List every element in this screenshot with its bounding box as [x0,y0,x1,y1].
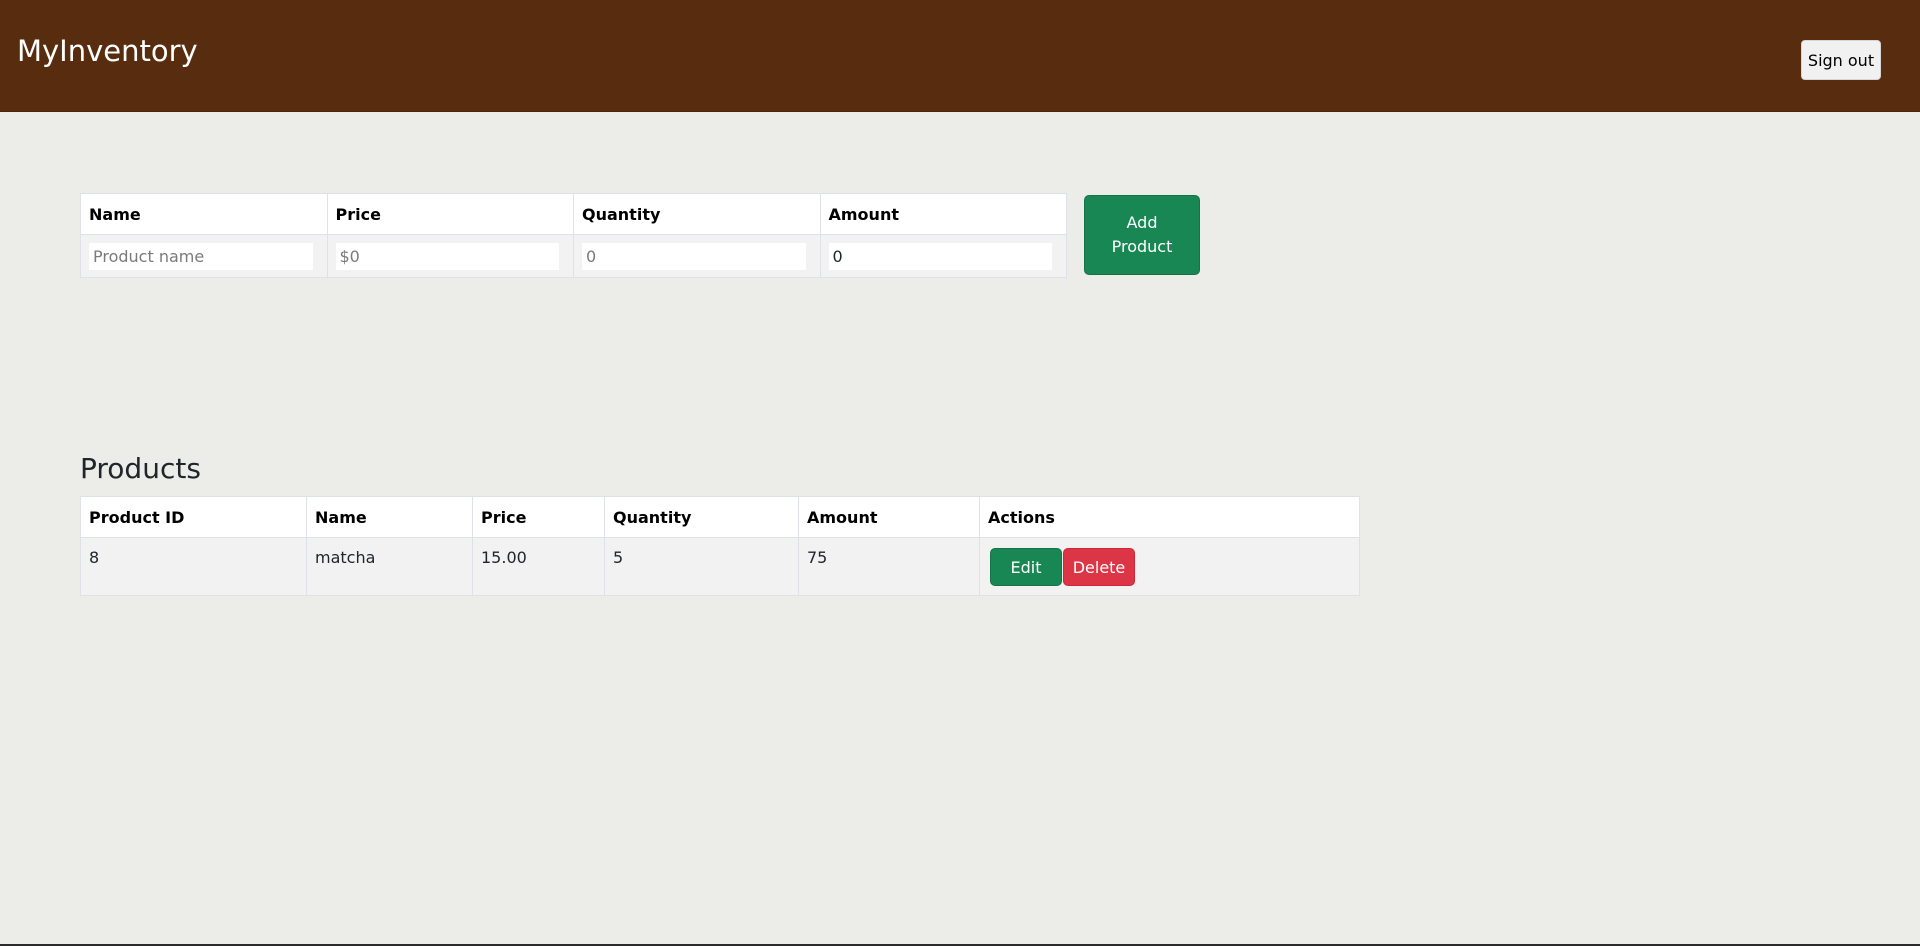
edit-button[interactable]: Edit [990,548,1062,586]
form-header-name: Name [80,193,328,235]
form-header-amount: Amount [819,193,1067,235]
column-header-quantity: Quantity [604,496,799,538]
column-header-amount: Amount [798,496,980,538]
column-header-price: Price [472,496,605,538]
products-section-title: Products [80,452,201,485]
delete-button[interactable]: Delete [1063,548,1135,586]
cell-product-id: 8 [80,537,307,596]
column-header-product-id: Product ID [80,496,307,538]
brand-title[interactable]: MyInventory [17,33,198,69]
form-header-row: Name Price Quantity Amount [80,193,1067,235]
price-input[interactable] [335,242,559,270]
add-product-button[interactable]: Add Product [1084,195,1200,275]
amount-input[interactable] [828,242,1052,270]
column-header-actions: Actions [979,496,1360,538]
quantity-input[interactable] [582,242,806,270]
cell-name: matcha [306,537,473,596]
cell-actions: Edit Delete [979,537,1360,596]
form-cell-amount [819,234,1067,278]
form-cell-quantity [573,234,821,278]
form-cell-name [80,234,328,278]
sign-out-button[interactable]: Sign out [1801,40,1881,80]
add-product-form: Name Price Quantity Amount [80,193,1067,278]
product-name-input[interactable] [89,242,313,270]
form-cell-price [326,234,574,278]
column-header-name: Name [306,496,473,538]
products-table: Product ID Name Price Quantity Amount Ac… [80,496,1360,596]
cell-quantity: 5 [604,537,799,596]
products-header-row: Product ID Name Price Quantity Amount Ac… [80,496,1360,538]
form-input-row [80,234,1067,278]
table-row: 8 matcha 15.00 5 75 Edit Delete [80,537,1360,596]
navbar: MyInventory Sign out [0,0,1920,112]
form-header-price: Price [326,193,574,235]
cell-price: 15.00 [472,537,605,596]
cell-amount: 75 [798,537,980,596]
form-header-quantity: Quantity [573,193,821,235]
